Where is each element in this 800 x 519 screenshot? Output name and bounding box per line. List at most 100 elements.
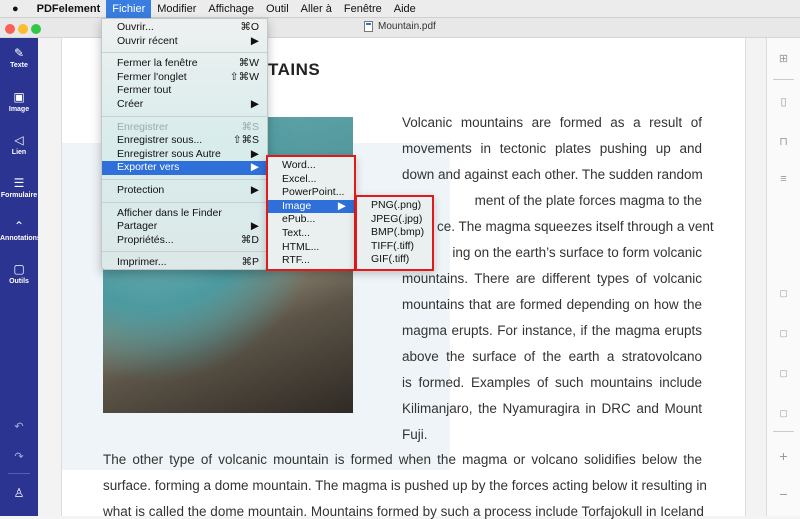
export-submenu: Word... Excel... PowerPoint... Image ▶ ePub..…	[266, 155, 356, 271]
menu-item-label: Excel...	[282, 172, 317, 185]
sidebar-label: Formulaire	[0, 192, 38, 199]
sidebar-item-texte[interactable]: ✎ Texte	[0, 46, 38, 69]
menu-item-propri-t-s[interactable]: Propriétés... ⌘D	[102, 234, 267, 248]
menu-item-label: Imprimer...	[117, 256, 167, 269]
menu-item-jpeg-jpg[interactable]: JPEG(.jpg)	[357, 213, 432, 227]
menu-item-label: GIF(.tiff)	[371, 253, 410, 266]
menu-item-ouvrir-r-cent[interactable]: Ouvrir récent ▶	[102, 35, 267, 49]
toolbar-divider	[773, 431, 794, 432]
menu-item-label: Word...	[282, 159, 316, 171]
menu-item-tiff-tiff[interactable]: TIFF(.tiff)	[357, 240, 432, 254]
paragraph-line: what is called the dome mountain. Mounta…	[103, 504, 704, 519]
paragraph-line: Kilimanjaro, the Nyamuragira in DRC and …	[402, 401, 702, 416]
menu-item-cr-er[interactable]: Créer ▶	[102, 98, 267, 112]
pencil-icon: ✎	[13, 46, 25, 60]
sidebar-item-formulaire[interactable]: ☰ Formulaire	[0, 176, 38, 199]
menu-modifier[interactable]: Modifier	[151, 0, 202, 18]
outline-icon[interactable]: ≡	[767, 173, 800, 185]
fit-page-icon[interactable]: ▢	[767, 368, 800, 379]
sidebar-label: Lien	[11, 149, 27, 156]
redo-icon[interactable]: ↷	[0, 450, 38, 463]
menu-separator	[102, 178, 267, 180]
menu-item-shortcut: ⌘O	[240, 21, 259, 33]
thumbnails-icon[interactable]: ⊞	[767, 52, 800, 65]
menu-item-enregistrer-sous-autre[interactable]: Enregistrer sous Autre ▶	[102, 148, 267, 162]
menu-item-rtf[interactable]: RTF...	[268, 254, 354, 268]
menu-app[interactable]: PDFelement	[31, 0, 107, 18]
sidebar-item-outils[interactable]: ▢ Outils	[0, 262, 38, 285]
menu-item-afficher-dans-le-finder[interactable]: Afficher dans le Finder	[102, 207, 267, 221]
menu-item-imprimer[interactable]: Imprimer... ⌘P	[102, 256, 267, 270]
menu-item-powerpoint[interactable]: PowerPoint...	[268, 186, 354, 200]
fit-width-icon[interactable]: ▢	[767, 328, 800, 339]
sidebar-item-annotations[interactable]: ⌃ Annotations	[0, 219, 41, 242]
menu-item-shortcut: ▶	[250, 161, 259, 174]
close-button[interactable]	[5, 24, 15, 34]
actual-size-icon[interactable]: ▢	[767, 288, 800, 299]
paragraph-line: mountains. There are different types of …	[402, 271, 702, 286]
menu-bar: ● PDFelement Fichier Modifier Affichage …	[0, 0, 800, 18]
menu-item-label: Afficher dans le Finder	[117, 206, 222, 219]
undo-icon[interactable]: ↶	[0, 420, 38, 433]
menu-item-label: Ouvrir...	[117, 21, 154, 33]
menu-aide[interactable]: Aide	[388, 0, 422, 18]
bookmark-icon[interactable]: ⊓	[767, 135, 800, 148]
sidebar-label: Image	[8, 106, 30, 113]
menu-item-image[interactable]: Image ▶	[268, 199, 354, 214]
paragraph-line: surface. forming a dome mountain. The ma…	[103, 478, 707, 493]
link-send-icon: ◁	[14, 133, 24, 147]
menu-item-label: Image	[282, 199, 312, 212]
sidebar-item-image[interactable]: ▣ Image	[0, 90, 38, 113]
menu-item-fermer-la-fen-tre[interactable]: Fermer la fenêtre ⌘W	[102, 57, 267, 71]
menu-item-excel[interactable]: Excel...	[268, 173, 354, 187]
sidebar-label: Texte	[10, 62, 28, 69]
menu-item-html[interactable]: HTML...	[268, 241, 354, 255]
menu-item-fermer-tout[interactable]: Fermer tout	[102, 84, 267, 98]
menu-aller[interactable]: Aller à	[295, 0, 338, 18]
menu-affichage[interactable]: Affichage	[202, 0, 260, 18]
zoom-button[interactable]	[31, 24, 41, 34]
zoom-out-icon[interactable]: −	[767, 486, 800, 502]
menu-item-epub[interactable]: ePub...	[268, 213, 354, 227]
menu-item-shortcut: ⌘W	[238, 57, 259, 70]
menu-fenetre[interactable]: Fenêtre	[338, 0, 388, 18]
apple-icon[interactable]: ●	[0, 0, 31, 18]
menu-item-word[interactable]: Word...	[268, 159, 354, 173]
annotations-icon: ⌃	[13, 219, 25, 233]
menu-item-enregistrer[interactable]: Enregistrer ⌘S	[102, 121, 267, 135]
menu-item-gif-tiff[interactable]: GIF(.tiff)	[357, 253, 432, 267]
paragraph-line: The other type of volcanic mountain is f…	[103, 452, 702, 467]
menu-item-exporter-vers[interactable]: Exporter vers ▶	[102, 161, 267, 175]
form-icon: ☰	[13, 176, 25, 190]
menu-item-protection[interactable]: Protection ▶	[102, 184, 267, 198]
menu-item-partager[interactable]: Partager ▶	[102, 220, 267, 234]
zoom-in-icon[interactable]: +	[767, 448, 800, 464]
menu-item-label: TIFF(.tiff)	[371, 239, 414, 252]
menu-item-png-png[interactable]: PNG(.png)	[357, 199, 432, 213]
menu-item-text[interactable]: Text...	[268, 227, 354, 241]
rotate-icon[interactable]: ▢	[767, 408, 800, 419]
paragraph-line: ment of the plate forces magma to the	[474, 193, 702, 208]
menu-item-shortcut: ⌘S	[241, 120, 259, 133]
user-icon[interactable]: ♙	[0, 486, 38, 500]
menu-item-enregistrer-sous[interactable]: Enregistrer sous... ⇧⌘S	[102, 134, 267, 148]
menu-item-bmp-bmp[interactable]: BMP(.bmp)	[357, 226, 432, 240]
menu-item-shortcut: ▶	[250, 220, 259, 233]
pdf-file-icon	[364, 21, 373, 32]
menu-item-label: Enregistrer	[117, 120, 169, 133]
menu-outil[interactable]: Outil	[260, 0, 295, 18]
menu-item-label: HTML...	[282, 240, 320, 253]
page-icon[interactable]: ▯	[767, 95, 800, 108]
paragraph-line: movements in tectonic plates pushing up …	[402, 141, 702, 156]
menu-item-shortcut: ▶	[337, 199, 346, 212]
minimize-button[interactable]	[18, 24, 28, 34]
paragraph-line: ce. The magma squeezes itself through a …	[437, 219, 714, 234]
menu-item-fermer-l-onglet[interactable]: Fermer l'onglet ⇧⌘W	[102, 71, 267, 85]
menu-item-ouvrir[interactable]: Ouvrir... ⌘O	[102, 21, 267, 35]
sidebar-item-lien[interactable]: ◁ Lien	[0, 133, 38, 156]
menu-item-label: JPEG(.jpg)	[371, 212, 423, 225]
menu-fichier[interactable]: Fichier	[106, 0, 152, 18]
document-heading: TAINS	[268, 60, 321, 79]
sidebar-label: Annotations	[0, 235, 41, 242]
menu-item-label: Fermer tout	[117, 84, 172, 97]
